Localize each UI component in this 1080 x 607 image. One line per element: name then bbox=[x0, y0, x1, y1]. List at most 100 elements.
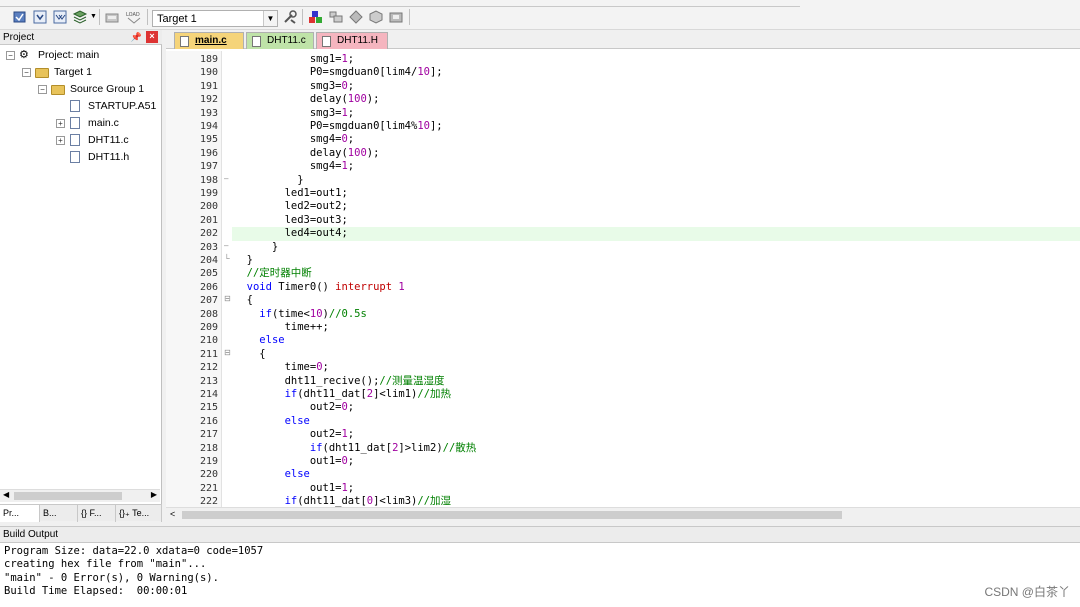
code-line: led2=out2; bbox=[234, 200, 348, 213]
scroll-left-icon[interactable]: ◀ bbox=[3, 490, 9, 499]
code-token: //测量温湿度 bbox=[379, 374, 445, 387]
code-line: dht11_recive();//测量温湿度 bbox=[234, 375, 445, 388]
code-line: if(dht11_dat[2]>lim2)//散热 bbox=[234, 442, 476, 455]
toolbar-separator bbox=[302, 9, 303, 25]
tab-dht11-h[interactable]: DHT11.H bbox=[316, 32, 388, 49]
expand-icon[interactable]: + bbox=[56, 119, 65, 128]
code-token: out1= bbox=[234, 481, 342, 494]
chevron-down-icon[interactable]: ▼ bbox=[263, 11, 277, 26]
code-token: ]; bbox=[429, 120, 443, 132]
code-token: else bbox=[259, 334, 285, 347]
code-token: { bbox=[234, 347, 266, 360]
scroll-right-icon[interactable]: ▶ bbox=[151, 490, 157, 499]
rebuild-icon[interactable] bbox=[52, 10, 68, 24]
scrollbar-thumb[interactable] bbox=[182, 511, 842, 519]
code-line: void Timer0() interrupt 1 bbox=[234, 281, 405, 294]
build-icon[interactable] bbox=[32, 10, 48, 24]
target-select[interactable]: Target 1 ▼ bbox=[152, 10, 278, 27]
line-number: 213 bbox=[199, 375, 218, 387]
close-icon[interactable]: × bbox=[146, 31, 158, 43]
expand-icon[interactable]: + bbox=[56, 136, 65, 145]
collapse-icon[interactable]: − bbox=[38, 85, 47, 94]
tree-item-label: DHT11.c bbox=[88, 134, 129, 146]
line-number: 219 bbox=[199, 456, 218, 467]
tab-books[interactable]: B... bbox=[40, 505, 78, 522]
line-number: 192 bbox=[199, 94, 218, 106]
watermark: CSDN @白茶丫 bbox=[984, 585, 1070, 599]
download-icon[interactable] bbox=[104, 10, 120, 24]
code-area[interactable]: 189 190 191 192 193 194 195 196 197 198 199 200 201 2… bbox=[166, 51, 1080, 507]
tree-item-label: main.c bbox=[88, 117, 119, 129]
code-line: //定时器中断 bbox=[234, 267, 312, 280]
collapse-icon[interactable]: − bbox=[6, 51, 15, 60]
code-token: 1 bbox=[398, 280, 405, 293]
collapse-icon[interactable]: − bbox=[22, 68, 31, 77]
line-number: 202 bbox=[199, 228, 218, 240]
code-token: out1= bbox=[234, 455, 342, 467]
code-token: if bbox=[309, 441, 323, 454]
line-number: 191 bbox=[199, 80, 218, 92]
code-token: led1=out1; bbox=[234, 187, 348, 199]
tab-dht11-c[interactable]: DHT11.c bbox=[246, 32, 314, 49]
code-token: if bbox=[259, 307, 272, 320]
translate-icon[interactable] bbox=[12, 10, 28, 24]
code-token: //0.5s bbox=[328, 307, 367, 320]
project-horizontal-scrollbar[interactable]: ◀ ▶ bbox=[0, 489, 160, 502]
code-token: led4=out4; bbox=[234, 227, 348, 240]
code-token: 100 bbox=[347, 146, 367, 159]
target-options-icon[interactable] bbox=[282, 10, 298, 24]
wizard-icon[interactable] bbox=[388, 10, 404, 24]
code-token: 100 bbox=[347, 93, 367, 106]
code-token: time= bbox=[234, 361, 317, 374]
rte-icon[interactable] bbox=[368, 10, 384, 24]
editor: main.c DHT11.c DHT11.H 189 190 191 192 193 19… bbox=[166, 30, 1080, 521]
fold-icon[interactable]: ⊟ bbox=[224, 294, 232, 303]
tab-label: {}₊ Te... bbox=[119, 508, 150, 518]
line-number: 211 bbox=[199, 348, 218, 360]
line-number: 195 bbox=[199, 134, 218, 146]
tab-label: DHT11.H bbox=[337, 35, 378, 46]
chevron-down-icon[interactable]: ▼ bbox=[90, 13, 97, 20]
tab-label: main.c bbox=[195, 35, 227, 46]
load-icon[interactable]: LOAD bbox=[124, 10, 144, 24]
tab-main-c[interactable]: main.c bbox=[174, 32, 244, 49]
code-token: (dht11_dat[ bbox=[297, 388, 367, 400]
line-number: 193 bbox=[199, 107, 218, 119]
scrollbar-thumb[interactable] bbox=[14, 492, 122, 500]
line-number: 214 bbox=[199, 389, 218, 400]
code-line: else bbox=[234, 468, 310, 481]
scroll-left-icon[interactable]: < bbox=[170, 509, 175, 519]
tab-label: {} F... bbox=[81, 508, 102, 518]
tab-functions[interactable]: {} F... bbox=[78, 505, 116, 522]
pack-installer-icon[interactable] bbox=[348, 10, 364, 24]
code-token: ; bbox=[347, 133, 355, 146]
code-token: smg3= bbox=[234, 79, 342, 92]
line-number: 220 bbox=[199, 469, 218, 481]
tab-project[interactable]: Pr... bbox=[0, 505, 40, 522]
code-token: delay( bbox=[234, 93, 348, 106]
code-line: out1=1; bbox=[234, 482, 354, 495]
toolbar: ▼ LOAD Target 1 ▼ bbox=[0, 0, 1080, 30]
tree-item-label: Source Group 1 bbox=[70, 83, 145, 95]
editor-horizontal-scrollbar[interactable]: < bbox=[166, 507, 1080, 521]
code-line: else bbox=[234, 415, 310, 428]
code-token: ; bbox=[347, 106, 355, 119]
code-line: } bbox=[234, 174, 303, 187]
batch-build-icon[interactable] bbox=[72, 10, 88, 24]
line-number: 201 bbox=[199, 214, 218, 226]
build-output-panel[interactable]: Program Size: data=22.0 xdata=0 code=105… bbox=[0, 543, 1080, 607]
line-number: 189 bbox=[199, 54, 218, 65]
code-token: //散热 bbox=[442, 441, 477, 454]
code-token: } bbox=[234, 240, 279, 253]
pin-icon[interactable]: 📌 bbox=[131, 32, 142, 43]
manage-components-icon[interactable] bbox=[308, 10, 324, 24]
code-line: smg1=1; bbox=[234, 53, 354, 66]
select-packs-icon[interactable] bbox=[328, 10, 344, 24]
editor-tabbar: main.c DHT11.c DHT11.H bbox=[166, 30, 1080, 49]
fold-icon[interactable]: ⊟ bbox=[224, 348, 232, 357]
code-token: ]>lim2) bbox=[398, 441, 443, 454]
tab-templates[interactable]: {}₊ Te... bbox=[116, 505, 162, 522]
line-number: 196 bbox=[199, 147, 218, 159]
